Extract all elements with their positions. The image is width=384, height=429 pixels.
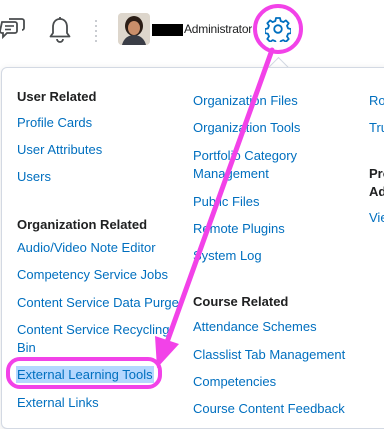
menu-link-portfolio-category-management[interactable]: Portfolio Category Management [193,147,323,183]
menu-link-classlist-tab-management[interactable]: Classlist Tab Management [193,346,345,364]
menu-link-external-learning-tools[interactable]: External Learning Tools [16,366,154,383]
col3-heading-line2: Ad [369,184,384,199]
menu-link-col3-second[interactable]: Tru [369,119,384,137]
top-navbar: Administrator [0,0,384,62]
menu-link-attendance-schemes[interactable]: Attendance Schemes [193,318,317,336]
notifications-bell-icon[interactable] [47,16,73,44]
organization-related-heading: Organization Related [17,217,148,232]
menu-link-organization-files[interactable]: Organization Files [193,92,298,110]
menu-link-col3-third[interactable]: Vie [369,209,384,227]
menu-link-system-log[interactable]: System Log [193,247,262,265]
gear-icon [265,17,291,42]
menu-link-col3-first[interactable]: Ro [369,92,384,110]
menu-link-public-files[interactable]: Public Files [193,193,259,211]
user-avatar[interactable] [118,13,150,45]
redacted-username [152,24,183,36]
menu-link-audio-video-note-editor[interactable]: Audio/Video Note Editor [17,239,156,257]
menu-link-organization-tools[interactable]: Organization Tools [193,119,300,137]
menu-link-content-service-data-purge[interactable]: Content Service Data Purge [17,294,179,312]
menu-link-users[interactable]: Users [17,168,51,186]
menu-link-remote-plugins[interactable]: Remote Plugins [193,220,285,238]
col3-heading-line1: Pro [369,166,384,181]
menu-link-course-content-feedback[interactable]: Course Content Feedback [193,400,345,418]
menu-link-competencies[interactable]: Competencies [193,373,276,391]
admin-tools-gear-button[interactable] [253,4,303,54]
message-alerts-icon[interactable] [0,16,26,44]
menu-link-external-links[interactable]: External Links [17,394,99,412]
menu-link-profile-cards[interactable]: Profile Cards [17,114,92,132]
navbar-separator [95,20,97,42]
user-related-heading: User Related [17,89,97,104]
course-related-heading: Course Related [193,294,289,309]
menu-link-user-attributes[interactable]: User Attributes [17,141,102,159]
menu-link-competency-service-jobs[interactable]: Competency Service Jobs [17,266,168,284]
user-role-label[interactable]: Administrator [184,22,252,36]
menu-link-content-service-recycling-bin[interactable]: Content Service Recycling Bin [17,321,172,357]
